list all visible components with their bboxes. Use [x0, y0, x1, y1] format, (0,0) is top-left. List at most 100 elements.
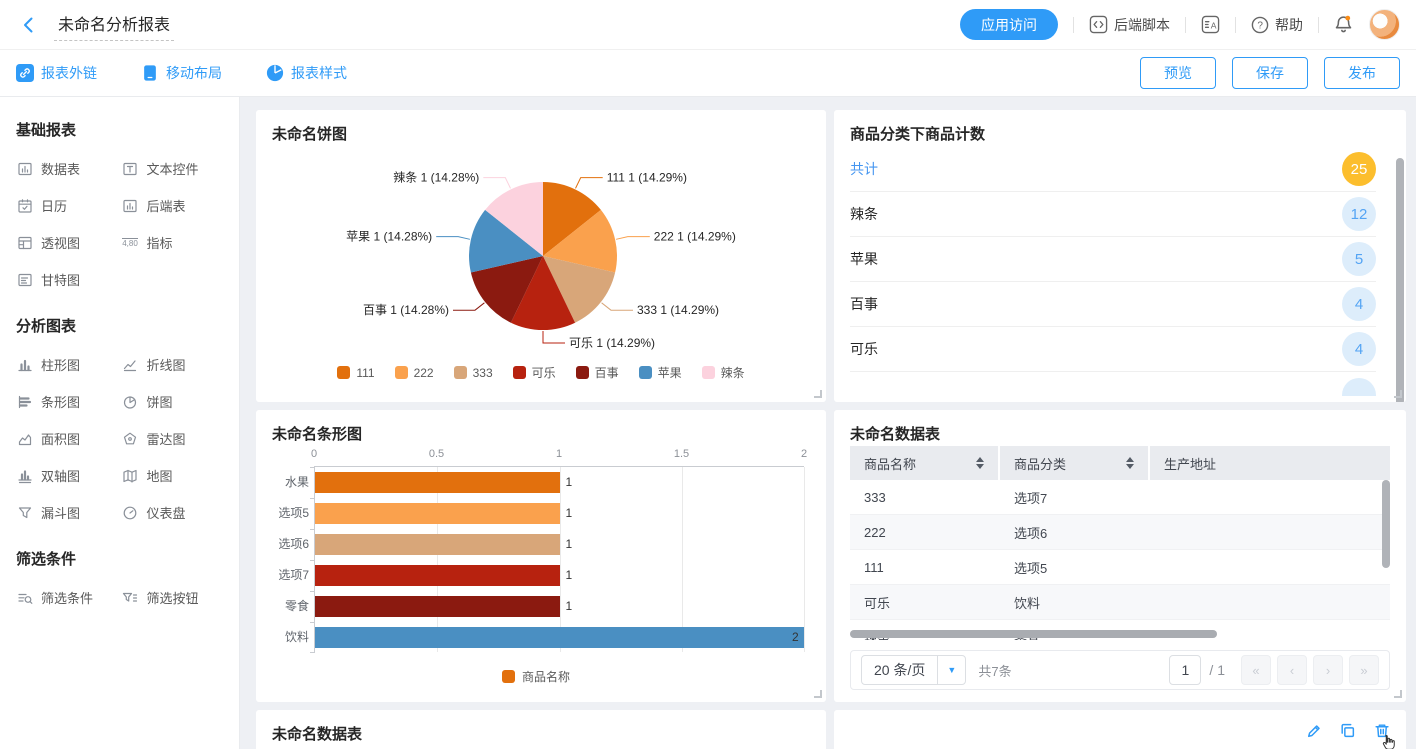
bottom-right-panel[interactable] — [834, 710, 1406, 749]
pie-callout-line — [576, 178, 603, 189]
sort-icon[interactable] — [1126, 457, 1134, 469]
count-list-row[interactable]: 辣条12 — [850, 192, 1376, 237]
table-row[interactable]: 222选项6 — [850, 515, 1390, 550]
area-icon — [16, 430, 33, 447]
prev-page-button[interactable]: ‹ — [1277, 655, 1307, 685]
resize-handle[interactable] — [814, 690, 822, 698]
column-header-商品名称[interactable]: 商品名称 — [850, 446, 1000, 480]
legend-swatch — [454, 366, 467, 379]
copy-icon[interactable] — [1339, 722, 1356, 739]
legend-item-百事[interactable]: 百事 — [576, 364, 619, 381]
sidebar-item-radar[interactable]: 雷达图 — [122, 429, 224, 448]
bottom-table-panel[interactable]: 未命名数据表 — [256, 710, 826, 749]
page-input[interactable]: 1 — [1169, 655, 1201, 685]
back-button[interactable] — [16, 12, 42, 38]
save-button[interactable]: 保存 — [1232, 57, 1308, 89]
pie-callout-label: 百事 1 (14.28%) — [363, 303, 449, 317]
bar-row: 零食1 — [315, 591, 804, 622]
report-link-button[interactable]: 报表外链 — [16, 63, 97, 83]
sidebar-item-indicator[interactable]: 4,80指标 — [122, 233, 224, 252]
preview-button[interactable]: 预览 — [1140, 57, 1216, 89]
sidebar-item-map[interactable]: 地图 — [122, 466, 224, 485]
table-row[interactable]: 333选项7 — [850, 480, 1390, 515]
table-row[interactable]: 111选项5 — [850, 550, 1390, 585]
language-button[interactable]: A — [1201, 15, 1220, 34]
sidebar-item-area[interactable]: 面积图 — [16, 429, 118, 448]
column-header-生产地址[interactable]: 生产地址 — [1150, 446, 1390, 480]
last-page-button[interactable]: » — [1349, 655, 1379, 685]
sidebar-item-dual[interactable]: 双轴图 — [16, 466, 118, 485]
app-access-button[interactable]: 应用访问 — [960, 9, 1058, 40]
sidebar-item-pie[interactable]: 饼图 — [122, 392, 224, 411]
count-list: 共计25辣条12苹果5百事4可乐4 — [834, 144, 1406, 396]
funnel-icon — [16, 504, 33, 521]
sidebar-item-filter-btn[interactable]: 筛选按钮 — [122, 588, 224, 607]
bar-饮料[interactable] — [315, 627, 804, 648]
resize-handle[interactable] — [1394, 690, 1402, 698]
sidebar-item-column[interactable]: 柱形图 — [16, 355, 118, 374]
sidebar-item-backend-table[interactable]: 后端表 — [122, 196, 224, 215]
sidebar-item-line[interactable]: 折线图 — [122, 355, 224, 374]
count-list-row[interactable]: 百事4 — [850, 282, 1376, 327]
sidebar-item-funnel[interactable]: 漏斗图 — [16, 503, 118, 522]
resize-handle[interactable] — [814, 390, 822, 398]
bar-选项6[interactable] — [315, 534, 560, 555]
legend-swatch — [337, 366, 350, 379]
sidebar-item-pivot[interactable]: 透视图 — [16, 233, 118, 252]
sidebar-item-filter-cond[interactable]: 筛选条件 — [16, 588, 118, 607]
legend-item-222[interactable]: 222 — [395, 364, 434, 381]
sort-icon[interactable] — [976, 457, 984, 469]
column-header-商品分类[interactable]: 商品分类 — [1000, 446, 1150, 480]
first-page-button[interactable]: « — [1241, 655, 1271, 685]
bar-选项7[interactable] — [315, 565, 560, 586]
sidebar-item-label: 漏斗图 — [41, 503, 80, 522]
publish-button[interactable]: 发布 — [1324, 57, 1400, 89]
sidebar-item-text-widget[interactable]: 文本控件 — [122, 159, 224, 178]
table-body: 333选项7222选项6111选项5可乐饮料辣条零食 — [850, 480, 1390, 640]
count-list-panel[interactable]: 商品分类下商品计数 共计25辣条12苹果5百事4可乐4 — [834, 110, 1406, 402]
x-tick-label: 0.5 — [429, 448, 444, 460]
sidebar-item-barh[interactable]: 条形图 — [16, 392, 118, 411]
pie-callout-line — [436, 237, 470, 240]
data-table-panel[interactable]: 未命名数据表 商品名称商品分类生产地址 333选项7222选项6111选项5可乐… — [834, 410, 1406, 702]
bar-chart-panel[interactable]: 未命名条形图 00.511.52 水果1选项51选项61选项71零食1饮料2 商… — [256, 410, 826, 702]
report-style-button[interactable]: 报表样式 — [266, 63, 347, 83]
next-page-button[interactable]: › — [1313, 655, 1343, 685]
bar-零食[interactable] — [315, 596, 560, 617]
horizontal-scrollbar[interactable] — [850, 630, 1217, 638]
table-row[interactable]: 可乐饮料 — [850, 585, 1390, 620]
page-size-select[interactable]: 20 条/页 — [861, 655, 966, 685]
sidebar-item-gauge[interactable]: 仪表盘 — [122, 503, 224, 522]
legend-item-111[interactable]: 111 — [337, 364, 374, 381]
x-tick-label: 2 — [801, 448, 807, 460]
legend-label: 可乐 — [532, 364, 556, 381]
legend-label: 111 — [356, 366, 374, 380]
vertical-scrollbar[interactable] — [1396, 158, 1404, 402]
legend-item-333[interactable]: 333 — [454, 364, 493, 381]
count-badge: 25 — [1342, 152, 1376, 186]
legend-item-辣条[interactable]: 辣条 — [702, 364, 745, 381]
count-list-row[interactable]: 共计25 — [850, 147, 1376, 192]
bar-选项5[interactable] — [315, 503, 560, 524]
bar-水果[interactable] — [315, 472, 560, 493]
legend-item-可乐[interactable]: 可乐 — [513, 364, 556, 381]
report-title[interactable]: 未命名分析报表 — [54, 9, 174, 41]
count-list-row[interactable]: 可乐4 — [850, 327, 1376, 372]
sidebar-item-data-table[interactable]: 数据表 — [16, 159, 118, 178]
sidebar-item-calendar[interactable]: 日历 — [16, 196, 118, 215]
count-list-row[interactable]: 苹果5 — [850, 237, 1376, 282]
help-button[interactable]: ? 帮助 — [1251, 15, 1303, 35]
count-list-row[interactable] — [850, 372, 1376, 396]
avatar[interactable] — [1369, 9, 1400, 40]
legend-item-苹果[interactable]: 苹果 — [639, 364, 682, 381]
panel-title: 未命名条形图 — [256, 410, 826, 444]
resize-handle[interactable] — [1394, 390, 1402, 398]
notifications-button[interactable] — [1334, 15, 1353, 34]
vertical-scrollbar[interactable] — [1382, 480, 1390, 568]
backend-script-button[interactable]: 后端脚本 — [1089, 15, 1170, 35]
bar-legend[interactable]: 商品名称 — [268, 668, 804, 685]
pie-chart-panel[interactable]: 未命名饼图 111 1 (14.29%)222 1 (14.29%)333 1 … — [256, 110, 826, 402]
mobile-layout-button[interactable]: 移动布局 — [141, 63, 222, 83]
sidebar-item-gantt[interactable]: 甘特图 — [16, 270, 118, 289]
edit-icon[interactable] — [1305, 722, 1322, 739]
